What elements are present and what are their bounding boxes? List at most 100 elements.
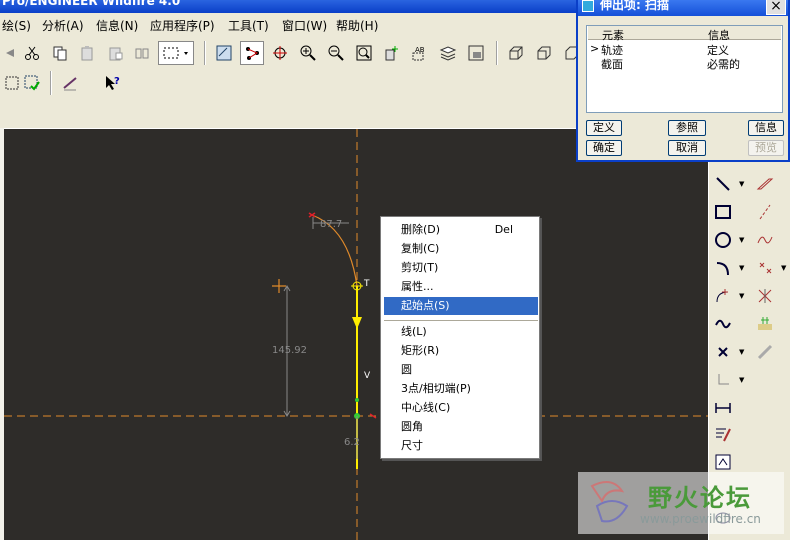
whats-this-icon[interactable]: ? (100, 71, 124, 95)
toolbar-separator (50, 71, 52, 95)
view-manager-icon[interactable] (464, 41, 488, 65)
datum-plane-icon[interactable] (504, 41, 528, 65)
circle-icon[interactable] (711, 228, 735, 252)
ctx-rectangle[interactable]: 矩形(R) (384, 342, 538, 360)
chamfer-curve-icon[interactable] (711, 312, 735, 336)
dimension-vertical-value[interactable]: 145.92 (272, 345, 307, 356)
ctx-line[interactable]: 线(L) (384, 323, 538, 341)
sketch-check-icon[interactable] (20, 71, 44, 95)
ctx-circle[interactable]: 圆 (384, 361, 538, 379)
menu-sketch[interactable]: 绘(S) (2, 17, 31, 34)
point-dropdown-icon[interactable]: ▼ (781, 264, 786, 272)
close-icon[interactable]: × (766, 0, 786, 15)
circle-dropdown-icon[interactable]: ▼ (739, 236, 744, 244)
refit-icon[interactable] (352, 41, 376, 65)
ctx-centerline-label: 中心线(C) (401, 401, 451, 414)
vertical-constraint-label: V (364, 371, 371, 381)
menu-analysis[interactable]: 分析(A) (42, 17, 84, 34)
reorient-icon[interactable] (380, 41, 404, 65)
list-item[interactable]: > 轨迹 定义 (587, 41, 782, 57)
ctx-3point-arc-label: 3点/相切端(P) (401, 382, 471, 395)
point-cross-icon[interactable] (711, 340, 735, 364)
menu-info[interactable]: 信息(N) (96, 17, 138, 34)
ctx-properties[interactable]: 属性... (384, 278, 538, 296)
preview-button[interactable]: 预览 (748, 140, 784, 156)
ctx-fillet[interactable]: 圆角 (384, 418, 538, 436)
ctx-delete-accel: Del (494, 223, 513, 236)
datum-display-icon[interactable] (58, 71, 82, 95)
layers-icon[interactable] (436, 41, 460, 65)
dimension-top-value[interactable]: 87.7 (320, 219, 342, 230)
trim-icon[interactable] (753, 284, 777, 308)
arc-dropdown-icon[interactable]: ▼ (739, 264, 744, 272)
ctx-delete-label: 删除(D) (401, 223, 441, 236)
define-button[interactable]: 定义 (586, 120, 622, 136)
point-cross-dropdown-icon[interactable]: ▼ (739, 348, 744, 356)
proe-window: Pro/ENGINEER Wildfire 4.0 绘(S) 分析(A) 信息(… (0, 0, 790, 540)
fillet-dropdown-icon[interactable]: ▼ (739, 292, 744, 300)
arc-icon[interactable] (711, 256, 735, 280)
copy-icon[interactable] (48, 41, 72, 65)
ok-button[interactable]: 确定 (586, 140, 622, 156)
ctx-start-point[interactable]: 起始点(S) (384, 297, 538, 315)
svg-text:?: ? (114, 76, 120, 87)
vertex-point (355, 398, 359, 402)
menu-window[interactable]: 窗口(W) (282, 17, 327, 34)
ctx-cut-label: 剪切(T) (401, 261, 439, 274)
ctx-copy-label: 复制(C) (401, 242, 440, 255)
csys-dropdown-icon[interactable]: ▼ (739, 376, 744, 384)
dialog-title-bar[interactable]: 伸出项: 扫描 × (578, 0, 788, 16)
rectangle-icon[interactable] (711, 200, 735, 224)
fillet-icon[interactable] (711, 284, 735, 308)
start-direction-arrow (352, 317, 362, 329)
repaint-icon[interactable] (212, 41, 236, 65)
info-button[interactable]: 信息 (748, 120, 784, 136)
ctx-cut[interactable]: 剪切(T) (384, 259, 538, 277)
orient-icon[interactable] (268, 41, 292, 65)
chain-icon[interactable] (753, 340, 777, 364)
palette-icon[interactable] (753, 312, 777, 336)
paste-special-icon[interactable] (104, 41, 128, 65)
dimension-bottom-value[interactable]: 6.2 (344, 437, 360, 448)
spin-center-icon[interactable] (240, 41, 264, 65)
menu-tools[interactable]: 工具(T) (228, 17, 269, 34)
ctx-copy[interactable]: 复制(C) (384, 240, 538, 258)
row-info: 必需的 (707, 58, 740, 71)
selection-filter-icon[interactable] (158, 41, 194, 65)
line-icon[interactable] (711, 172, 735, 196)
construction-line-icon[interactable] (753, 200, 777, 224)
parallelogram-icon[interactable] (753, 172, 777, 196)
ctx-centerline[interactable]: 中心线(C) (384, 399, 538, 417)
ctx-rectangle-label: 矩形(R) (401, 344, 440, 357)
watermark: 野火论坛 www.proewildfire.cn (578, 472, 784, 534)
ctx-line-label: 线(L) (401, 325, 427, 338)
list-item[interactable]: 截面 必需的 (587, 55, 782, 71)
ctx-3point-arc[interactable]: 3点/相切端(P) (384, 380, 538, 398)
ctx-delete[interactable]: 删除(D) Del (384, 221, 538, 239)
spline-icon[interactable] (753, 228, 777, 252)
ctx-circle-label: 圆 (401, 363, 412, 376)
saved-views-icon[interactable]: AB (408, 41, 432, 65)
ctx-dimension[interactable]: 尺寸 (384, 437, 538, 455)
cut-icon[interactable] (20, 41, 44, 65)
element-list-header: 元素 信息 (588, 26, 781, 42)
line-dropdown-icon[interactable]: ▼ (739, 180, 744, 188)
dialog-app-icon (582, 0, 594, 12)
context-menu: 删除(D) Del 复制(C) 剪切(T) 属性... 起始点(S) 线(L) … (380, 216, 540, 459)
toolbar-separator (204, 41, 206, 65)
datum-axis-icon[interactable] (532, 41, 556, 65)
zoom-in-icon[interactable] (296, 41, 320, 65)
references-button[interactable]: 参照 (668, 120, 706, 136)
dimension-icon[interactable] (711, 396, 735, 420)
constraint-icon[interactable] (711, 450, 735, 474)
element-list: 元素 信息 > 轨迹 定义 截面 必需的 (586, 25, 783, 113)
cancel-button[interactable]: 取消 (668, 140, 706, 156)
regenerate-icon[interactable] (130, 41, 154, 65)
menu-help[interactable]: 帮助(H) (336, 17, 378, 34)
modify-icon[interactable] (711, 422, 735, 446)
point-icon[interactable] (753, 256, 777, 280)
menu-applications[interactable]: 应用程序(P) (150, 17, 215, 34)
zoom-out-icon[interactable] (324, 41, 348, 65)
paste-icon[interactable] (76, 41, 100, 65)
coordinate-system-icon[interactable] (711, 368, 735, 392)
